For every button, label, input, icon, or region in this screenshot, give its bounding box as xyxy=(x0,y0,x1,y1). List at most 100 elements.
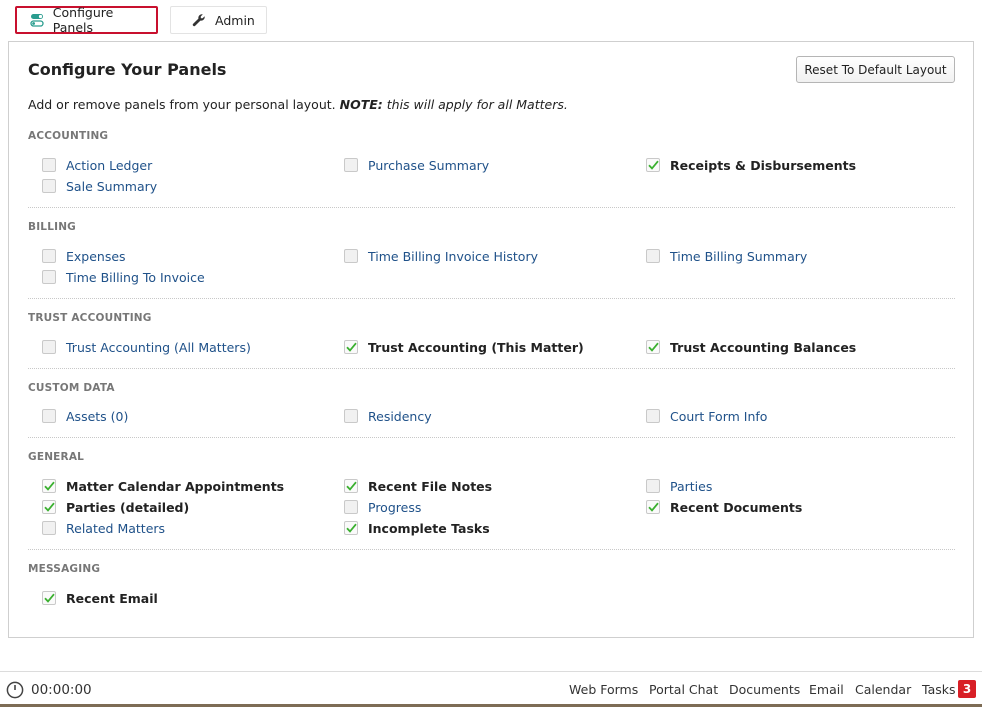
option-label: Progress xyxy=(368,499,422,515)
panel-option-incomplete-tasks[interactable]: Incomplete Tasks xyxy=(344,519,490,537)
option-label: Related Matters xyxy=(66,520,166,536)
admin-label: Admin xyxy=(215,12,255,28)
panel-option-time-billing-invoice-history[interactable]: Time Billing Invoice History xyxy=(344,247,538,265)
checkbox[interactable] xyxy=(646,479,660,493)
checkbox-checked[interactable] xyxy=(344,340,358,354)
option-label: Assets (0) xyxy=(66,408,129,424)
panel-description: Add or remove panels from your personal … xyxy=(28,97,568,112)
panel-option-time-billing-summary[interactable]: Time Billing Summary xyxy=(646,247,807,265)
checkbox[interactable] xyxy=(42,179,56,193)
section-general: GENERAL Matter Calendar Appointments Rec… xyxy=(28,451,955,551)
panel-option-residency[interactable]: Residency xyxy=(344,407,432,425)
panel-option-trust-accounting-this-matter[interactable]: Trust Accounting (This Matter) xyxy=(344,338,584,356)
option-label: Residency xyxy=(368,408,432,424)
section-title-trust-accounting: TRUST ACCOUNTING xyxy=(28,312,152,324)
footer-bar: 00:00:00 Web Forms Portal Chat Documents… xyxy=(0,671,982,707)
panel-option-parties-detailed[interactable]: Parties (detailed) xyxy=(42,498,189,516)
option-label: Time Billing Summary xyxy=(670,248,808,264)
panel-option-progress[interactable]: Progress xyxy=(344,498,421,516)
check-icon xyxy=(345,523,357,533)
section-title-general: GENERAL xyxy=(28,451,85,463)
option-label: Time Billing To Invoice xyxy=(66,269,205,285)
description-text: Add or remove panels from your personal … xyxy=(28,97,336,112)
check-icon xyxy=(647,502,659,512)
panel-option-purchase-summary[interactable]: Purchase Summary xyxy=(344,156,489,174)
checkbox[interactable] xyxy=(42,409,56,423)
panel-option-time-billing-to-invoice[interactable]: Time Billing To Invoice xyxy=(42,268,205,286)
checkbox[interactable] xyxy=(42,249,56,263)
panel-option-receipts-disbursements[interactable]: Receipts & Disbursements xyxy=(646,156,856,174)
check-icon xyxy=(647,342,659,352)
timer[interactable]: 00:00:00 xyxy=(6,681,92,699)
section-divider xyxy=(28,207,955,208)
panel-option-action-ledger[interactable]: Action Ledger xyxy=(42,156,152,174)
section-messaging: MESSAGING Recent Email xyxy=(28,563,955,613)
footer-link-email[interactable]: Email xyxy=(809,682,844,697)
option-label: Time Billing Invoice History xyxy=(368,248,538,264)
panel-option-assets[interactable]: Assets (0) xyxy=(42,407,128,425)
panel-option-recent-email[interactable]: Recent Email xyxy=(42,589,158,607)
configure-panels-label: Configure Panels xyxy=(52,5,114,35)
option-label: Parties (detailed) xyxy=(66,499,190,515)
checkbox[interactable] xyxy=(646,249,660,263)
checkbox[interactable] xyxy=(646,409,660,423)
description-note-text: this will apply for all Matters. xyxy=(386,97,568,112)
check-icon xyxy=(43,481,55,491)
section-accounting: ACCOUNTING Action Ledger Purchase Summar… xyxy=(28,130,955,210)
configure-panels-tab[interactable]: Configure Panels xyxy=(15,5,158,35)
admin-tab[interactable]: Admin xyxy=(170,6,267,34)
option-label: Recent Documents xyxy=(670,499,803,515)
checkbox[interactable] xyxy=(42,270,56,284)
check-icon xyxy=(345,481,357,491)
section-title-billing: BILLING xyxy=(28,221,77,233)
checkbox-checked[interactable] xyxy=(42,591,56,605)
tasks-count-badge: 3 xyxy=(958,680,976,698)
footer-link-calendar[interactable]: Calendar xyxy=(855,682,911,697)
checkbox-checked[interactable] xyxy=(42,479,56,493)
option-label: Expenses xyxy=(66,248,126,264)
checkbox-checked[interactable] xyxy=(344,479,358,493)
checkbox[interactable] xyxy=(42,340,56,354)
panel-option-recent-documents[interactable]: Recent Documents xyxy=(646,498,802,516)
checkbox[interactable] xyxy=(344,409,358,423)
toggle-switches-icon xyxy=(29,12,45,28)
checkbox-checked[interactable] xyxy=(344,521,358,535)
panel-option-related-matters[interactable]: Related Matters xyxy=(42,519,165,537)
panel-option-matter-calendar-appointments[interactable]: Matter Calendar Appointments xyxy=(42,477,284,495)
panel-option-trust-accounting-balances[interactable]: Trust Accounting Balances xyxy=(646,338,856,356)
option-label: Recent File Notes xyxy=(368,478,493,494)
footer-link-tasks[interactable]: Tasks xyxy=(922,682,956,697)
panel-option-parties[interactable]: Parties xyxy=(646,477,712,495)
checkbox[interactable] xyxy=(42,158,56,172)
check-icon xyxy=(43,593,55,603)
checkbox-checked[interactable] xyxy=(646,340,660,354)
panel-option-recent-file-notes[interactable]: Recent File Notes xyxy=(344,477,492,495)
reset-default-layout-button[interactable]: Reset To Default Layout xyxy=(796,56,955,83)
section-trust-accounting: TRUST ACCOUNTING Trust Accounting (All M… xyxy=(28,312,955,370)
checkbox[interactable] xyxy=(344,249,358,263)
checkbox[interactable] xyxy=(344,500,358,514)
checkbox-checked[interactable] xyxy=(646,500,660,514)
top-tab-bar: Configure Panels Admin xyxy=(0,0,982,40)
option-label: Parties xyxy=(670,478,713,494)
option-label: Sale Summary xyxy=(66,178,158,194)
checkbox[interactable] xyxy=(42,521,56,535)
wrench-icon xyxy=(191,12,207,28)
section-divider xyxy=(28,298,955,299)
footer-link-documents[interactable]: Documents xyxy=(729,682,800,697)
option-label: Trust Accounting (This Matter) xyxy=(368,339,584,355)
section-divider xyxy=(28,368,955,369)
checkbox[interactable] xyxy=(344,158,358,172)
option-label: Incomplete Tasks xyxy=(368,520,490,536)
option-label: Matter Calendar Appointments xyxy=(66,478,285,494)
option-label: Court Form Info xyxy=(670,408,768,424)
checkbox-checked[interactable] xyxy=(646,158,660,172)
footer-link-portal-chat[interactable]: Portal Chat xyxy=(649,682,718,697)
section-divider xyxy=(28,549,955,550)
checkbox-checked[interactable] xyxy=(42,500,56,514)
panel-option-court-form-info[interactable]: Court Form Info xyxy=(646,407,767,425)
footer-link-web-forms[interactable]: Web Forms xyxy=(569,682,638,697)
panel-option-expenses[interactable]: Expenses xyxy=(42,247,126,265)
panel-option-sale-summary[interactable]: Sale Summary xyxy=(42,177,157,195)
panel-option-trust-accounting-all-matters[interactable]: Trust Accounting (All Matters) xyxy=(42,338,251,356)
